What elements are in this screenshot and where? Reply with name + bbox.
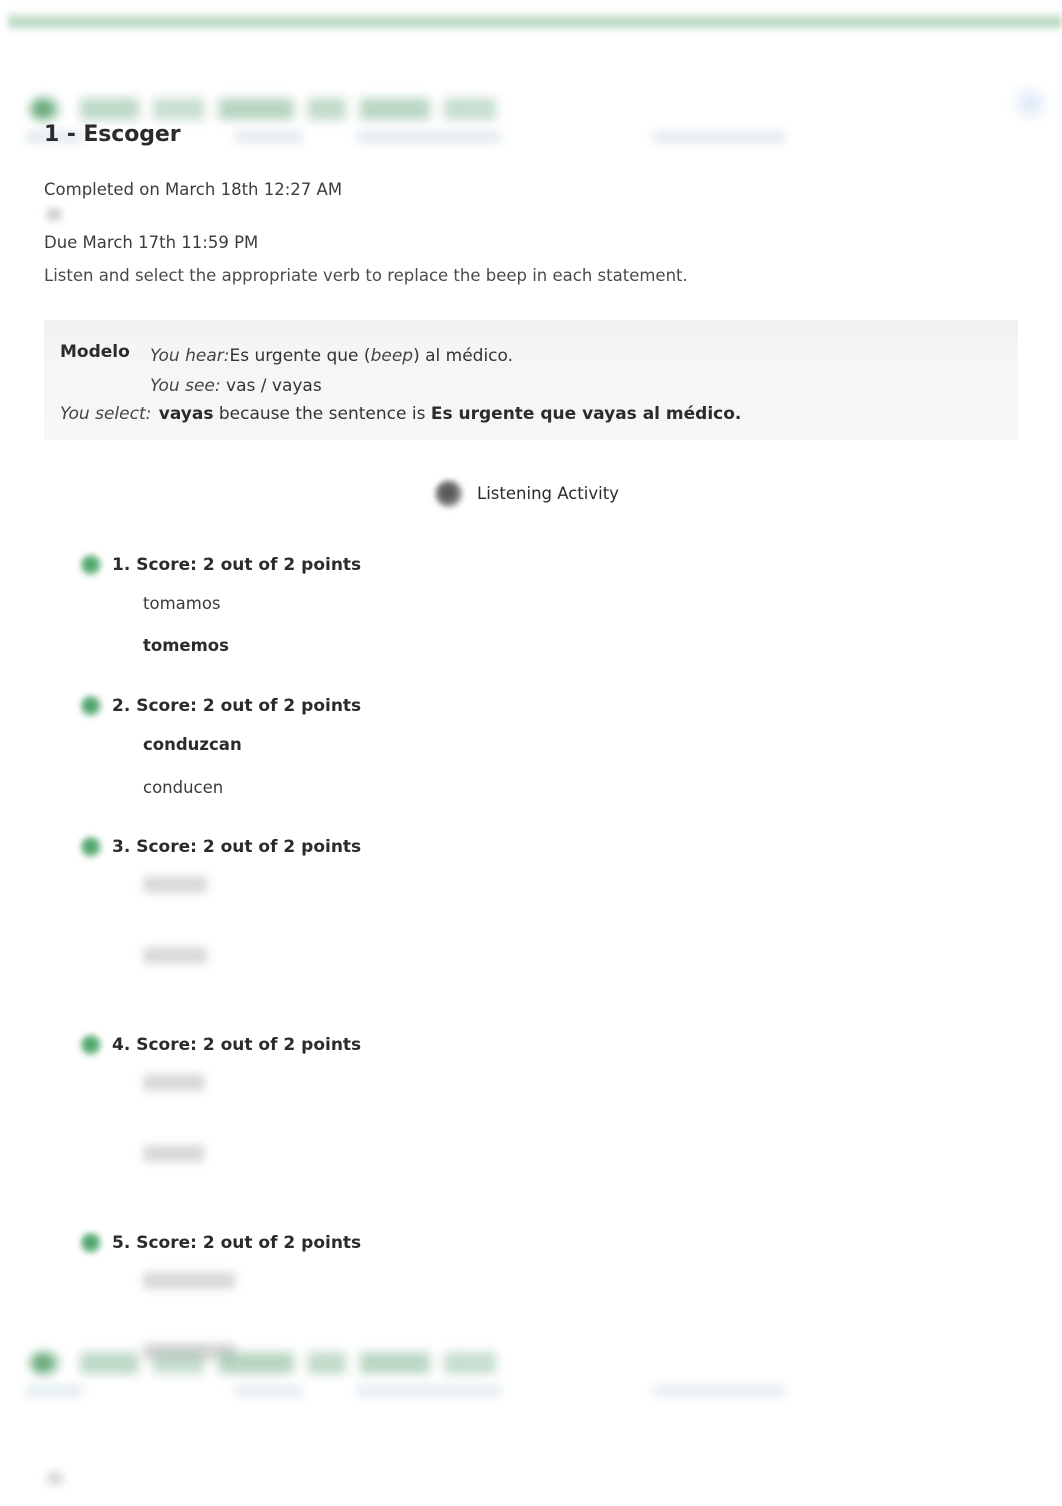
- option-choice[interactable]: [143, 876, 207, 894]
- question-header: 5. Score: 2 out of 2 points: [80, 1232, 1062, 1255]
- option-row: tomamos: [143, 594, 1062, 615]
- you-hear-after: ) al médico.: [413, 346, 514, 367]
- green-check-circle-icon: [80, 1232, 102, 1255]
- modelo-box: Modelo You hear:Es urgente que (beep) al…: [44, 320, 1018, 440]
- question-header: 4. Score: 2 out of 2 points: [80, 1034, 1062, 1057]
- option-selected[interactable]: conduzcan: [143, 735, 242, 754]
- site-header: [0, 42, 1062, 144]
- question-options: [80, 1074, 1062, 1194]
- option-row: [143, 1145, 1062, 1194]
- completed-timestamp: Completed on March 18th 12:27 AM: [44, 180, 343, 199]
- you-see-options: vas / vayas: [226, 375, 322, 396]
- modelo-lines: You hear:Es urgente que (beep) al médico…: [150, 342, 1018, 400]
- status-icon: [44, 207, 64, 224]
- you-select-answer: vayas: [158, 403, 214, 424]
- option-row: tomemos: [143, 636, 1062, 657]
- modelo-you-select-line: You select: vayas because the sentence i…: [44, 404, 1018, 424]
- green-check-circle-icon: [80, 553, 102, 576]
- green-check-circle-icon: [80, 836, 102, 859]
- questions-list: 1. Score: 2 out of 2 points tomamos tomemo…: [0, 553, 1062, 1393]
- you-select-cue: You select:: [60, 403, 152, 424]
- option-row: [143, 876, 1062, 925]
- question-header: 3. Score: 2 out of 2 points: [80, 836, 1062, 859]
- question-score-label: 4. Score: 2 out of 2 points: [112, 1035, 362, 1056]
- you-see-cue: You see:: [150, 375, 221, 396]
- due-timestamp: Due March 17th 11:59 PM: [44, 233, 259, 253]
- page-root: 1 - Escoger Completed on March 18th 12:2…: [0, 0, 1062, 1506]
- option-row: [143, 1272, 1062, 1321]
- question-options: conduzcan conducen: [80, 735, 1062, 798]
- modelo-you-see-line: You see: vas / vayas: [150, 372, 1018, 401]
- question-item: 2. Score: 2 out of 2 points conduzcan cond…: [80, 695, 1062, 798]
- modelo-label: Modelo: [60, 342, 130, 363]
- option-row: [143, 1074, 1062, 1123]
- question-header: 1. Score: 2 out of 2 points: [80, 553, 1062, 576]
- question-options: tomamos tomemos: [80, 594, 1062, 657]
- option-row: conducen: [143, 778, 1062, 799]
- you-hear-cue: You hear:: [150, 346, 230, 367]
- you-select-middle: because the sentence is: [218, 403, 426, 424]
- option-choice[interactable]: [143, 947, 207, 965]
- modelo-main-row: Modelo You hear:Es urgente que (beep) al…: [44, 342, 1018, 400]
- green-check-circle-icon: [80, 695, 102, 718]
- option-selected[interactable]: tomemos: [143, 636, 229, 655]
- question-item: 3. Score: 2 out of 2 points: [80, 836, 1062, 996]
- you-hear-beep: beep: [370, 346, 414, 367]
- green-check-circle-icon: [80, 1034, 102, 1057]
- question-item: 1. Score: 2 out of 2 points tomamos tomemo…: [80, 553, 1062, 657]
- option-choice[interactable]: [143, 1145, 205, 1163]
- question-score-label: 1. Score: 2 out of 2 points: [112, 554, 362, 575]
- question-item: 4. Score: 2 out of 2 points: [80, 1034, 1062, 1194]
- option-choice[interactable]: [143, 1272, 235, 1290]
- instructions-text: Listen and select the appropriate verb t…: [44, 265, 688, 285]
- you-hear-before: Es urgente que (: [229, 346, 371, 367]
- option-row: [143, 947, 1062, 996]
- footer-site-title-redacted: [80, 1352, 550, 1374]
- question-options: [80, 876, 1062, 996]
- leaf-logo-icon[interactable]: [30, 1350, 60, 1376]
- page-title: 1 - Escoger: [44, 122, 181, 147]
- option-choice[interactable]: [143, 1074, 205, 1092]
- listening-activity-button[interactable]: Listening Activity: [431, 476, 631, 512]
- modelo-you-hear-line: You hear:Es urgente que (beep) al médico…: [150, 342, 1018, 371]
- question-header: 2. Score: 2 out of 2 points: [80, 695, 1062, 718]
- audio-play-icon[interactable]: [435, 479, 464, 508]
- you-select-sentence: Es urgente que vayas al médico.: [430, 403, 742, 424]
- listening-activity-label: Listening Activity: [477, 484, 619, 504]
- footer-site-header: [0, 1344, 1062, 1406]
- option-row: conduzcan: [143, 735, 1062, 756]
- listening-activity-wrap: Listening Activity: [0, 476, 1062, 512]
- option-choice[interactable]: tomamos: [143, 594, 221, 613]
- top-accent-bar: [8, 10, 1062, 32]
- footer-status-icon: [44, 1470, 66, 1488]
- question-score-label: 5. Score: 2 out of 2 points: [112, 1233, 362, 1254]
- footer-main-nav-redacted[interactable]: [26, 1384, 786, 1398]
- content-area: 1 - Escoger Completed on March 18th 12:2…: [0, 104, 1062, 1430]
- option-choice[interactable]: conducen: [143, 778, 223, 797]
- question-score-label: 2. Score: 2 out of 2 points: [112, 696, 362, 717]
- question-score-label: 3. Score: 2 out of 2 points: [112, 837, 362, 858]
